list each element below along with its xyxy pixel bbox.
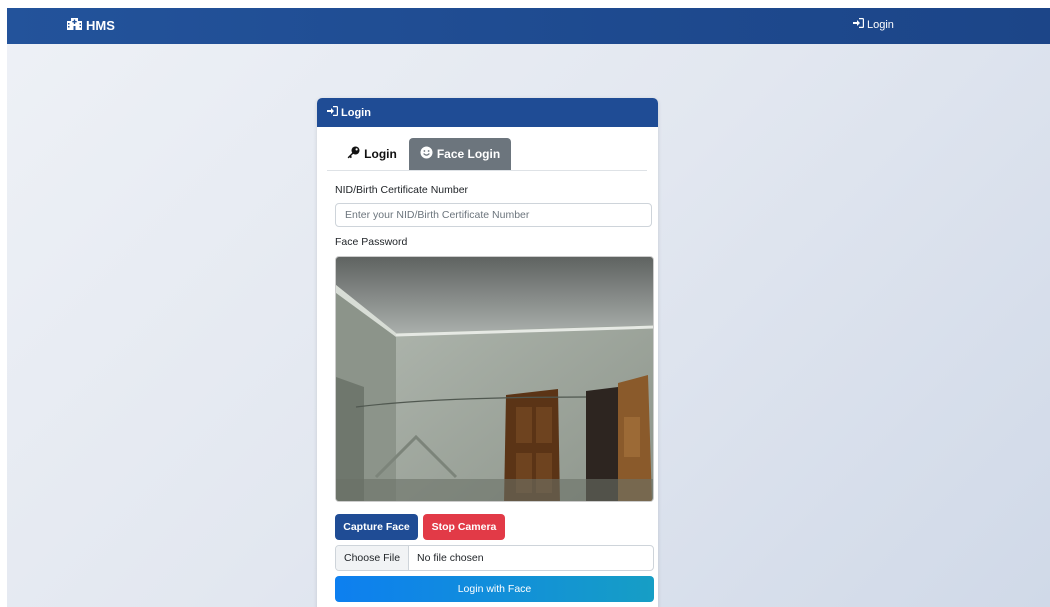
card-header-title: Login <box>341 106 371 119</box>
login-with-face-button[interactable]: Login with Face <box>335 576 654 602</box>
key-icon <box>347 146 360 162</box>
login-card: Login Login Face Login NID/Birth Certifi… <box>317 98 658 607</box>
brand-label: HMS <box>86 17 115 33</box>
nav-login-label: Login <box>867 18 894 31</box>
page-background: HMS Login Login Login Face Login NID/Bir… <box>7 8 1050 607</box>
nid-label: NID/Birth Certificate Number <box>335 184 469 196</box>
choose-file-button[interactable]: Choose File <box>336 546 410 570</box>
sign-in-icon <box>853 18 864 31</box>
file-input[interactable]: Choose File No file chosen <box>335 545 654 571</box>
tab-face-login[interactable]: Face Login <box>409 138 511 170</box>
tab-login[interactable]: Login <box>339 138 405 170</box>
brand-link[interactable]: HMS <box>67 17 115 33</box>
smile-icon <box>420 146 433 162</box>
nid-input-placeholder: Enter your NID/Birth Certificate Number <box>345 209 530 221</box>
card-header: Login <box>317 98 658 127</box>
face-password-label: Face Password <box>335 236 408 248</box>
hospital-icon <box>67 17 82 33</box>
sign-in-icon <box>327 106 338 119</box>
nav-login-link[interactable]: Login <box>853 18 894 31</box>
file-status-text: No file chosen <box>417 552 484 564</box>
stop-camera-button[interactable]: Stop Camera <box>423 514 505 540</box>
tab-login-label: Login <box>364 147 397 161</box>
login-tabs: Login Face Login <box>327 138 647 171</box>
navbar: HMS Login <box>7 8 1050 44</box>
tab-face-login-label: Face Login <box>436 147 501 161</box>
capture-face-button[interactable]: Capture Face <box>335 514 418 540</box>
nid-input[interactable]: Enter your NID/Birth Certificate Number <box>335 203 652 227</box>
camera-feed <box>335 256 654 502</box>
